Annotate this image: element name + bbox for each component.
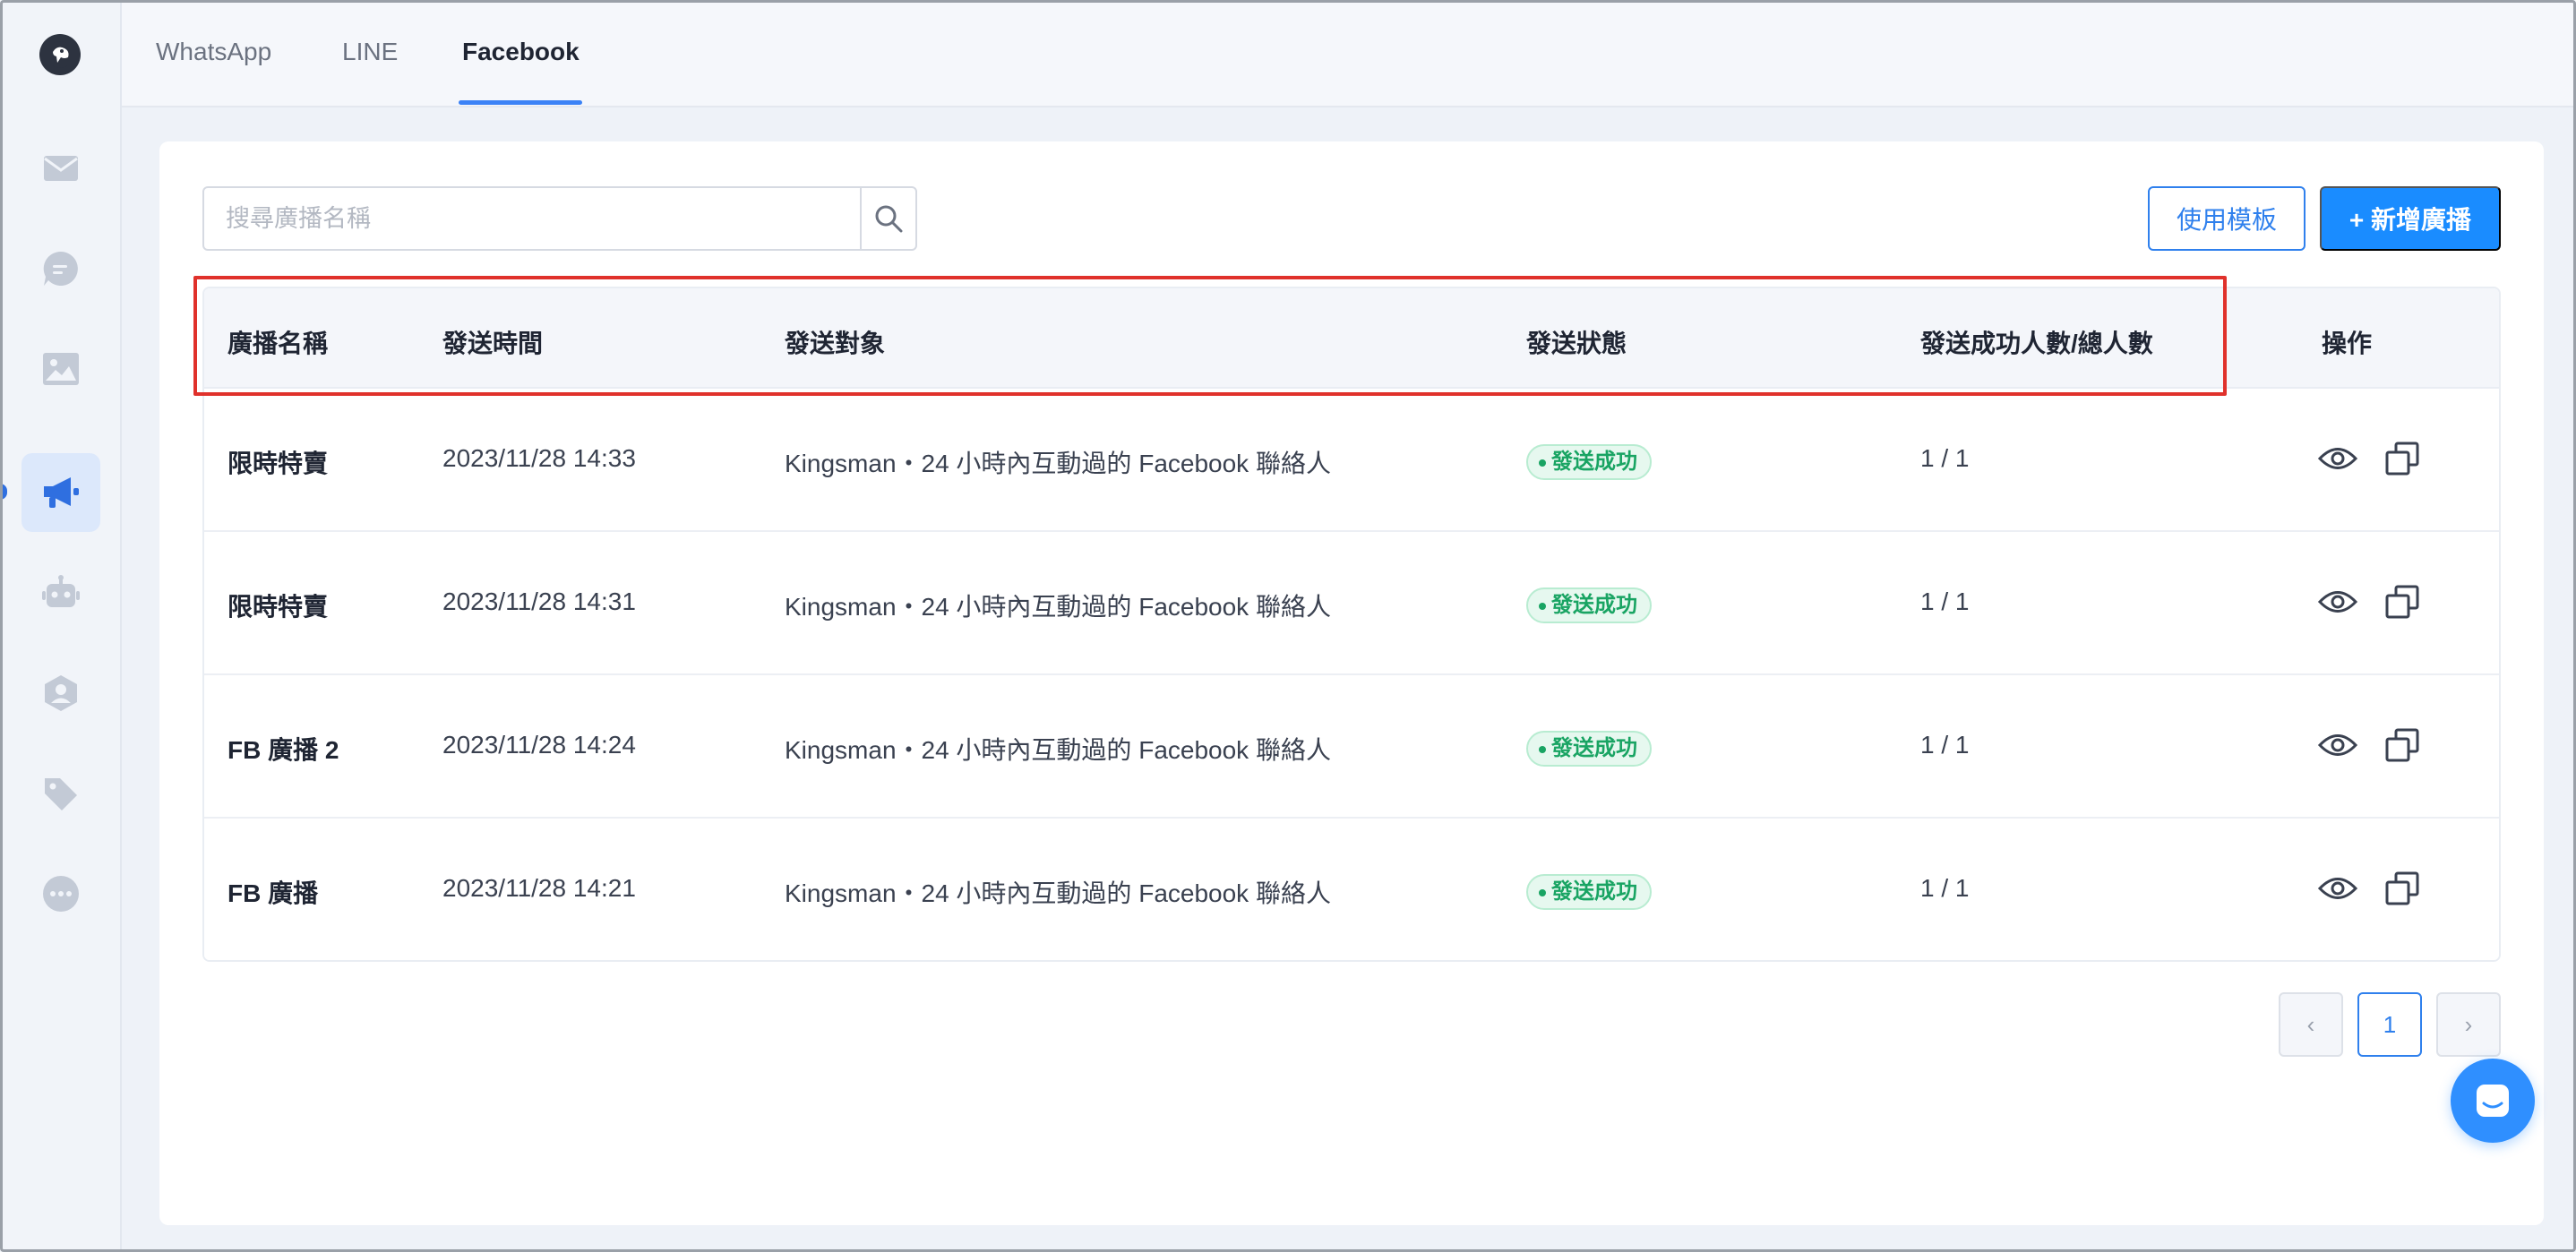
logo[interactable] (39, 34, 81, 75)
copy-icon[interactable] (2381, 724, 2424, 767)
view-icon[interactable] (2316, 580, 2359, 623)
row-time: 2023/11/28 14:21 (442, 874, 636, 902)
status-badge: 發送成功 (1526, 874, 1652, 910)
channel-tab-bar: WhatsApp LINE Facebook (122, 0, 2576, 107)
row-target: Kingsman・24 小時內互動過的 Facebook 聯絡人 (785, 593, 1331, 621)
copy-icon[interactable] (2381, 867, 2424, 910)
row-count: 1 / 1 (1920, 874, 1970, 902)
table-row: FB 廣播 2023/11/28 14:21 Kingsman・24 小時內互動… (204, 819, 2499, 960)
row-target: Kingsman・24 小時內互動過的 Facebook 聯絡人 (785, 736, 1331, 764)
use-template-button[interactable]: 使用模板 (2148, 186, 2306, 251)
search-input[interactable] (204, 188, 860, 249)
search-box (202, 186, 917, 251)
row-time: 2023/11/28 14:33 (442, 444, 636, 472)
row-target: Kingsman・24 小時內互動過的 Facebook 聯絡人 (785, 879, 1331, 907)
active-nav-marker (0, 484, 7, 500)
search-icon (875, 205, 903, 233)
row-count: 1 / 1 (1920, 444, 1970, 472)
status-badge: 發送成功 (1526, 587, 1652, 623)
mail-icon[interactable] (39, 147, 82, 190)
active-tab-indicator (459, 100, 582, 105)
tab-line[interactable]: LINE (342, 38, 398, 66)
sidebar (0, 0, 122, 1252)
bird-logo-icon (47, 41, 73, 68)
status-badge: 發送成功 (1526, 444, 1652, 480)
row-count: 1 / 1 (1920, 587, 1970, 615)
support-chat-button[interactable] (2451, 1059, 2535, 1143)
row-time: 2023/11/28 14:31 (442, 587, 636, 615)
page-number-button[interactable]: 1 (2357, 992, 2422, 1057)
copy-icon[interactable] (2381, 437, 2424, 480)
contact-icon[interactable] (39, 672, 82, 715)
header-name: 廣播名稱 (228, 330, 329, 357)
table-row: FB 廣播 2 2023/11/28 14:24 Kingsman・24 小時內… (204, 675, 2499, 819)
broadcast-table: 廣播名稱 發送時間 發送對象 發送狀態 發送成功人數/總人數 操作 限時特賣 2… (202, 287, 2501, 962)
prev-page-button[interactable]: ‹ (2279, 992, 2343, 1057)
megaphone-icon[interactable] (39, 471, 82, 514)
chat-icon[interactable] (39, 247, 82, 290)
header-time: 發送時間 (442, 330, 544, 357)
table-header: 廣播名稱 發送時間 發送對象 發送狀態 發送成功人數/總人數 操作 (204, 288, 2499, 389)
table-row: 限時特賣 2023/11/28 14:31 Kingsman・24 小時內互動過… (204, 532, 2499, 675)
tab-facebook[interactable]: Facebook (462, 38, 580, 66)
row-name: 限時特賣 (228, 593, 329, 621)
image-icon[interactable] (39, 347, 82, 390)
chat-bubble-icon (2477, 1085, 2509, 1117)
table-row: 限時特賣 2023/11/28 14:33 Kingsman・24 小時內互動過… (204, 389, 2499, 532)
tag-icon[interactable] (39, 772, 82, 815)
header-actions: 操作 (2322, 330, 2373, 357)
header-count: 發送成功人數/總人數 (1920, 330, 2153, 357)
row-target: Kingsman・24 小時內互動過的 Facebook 聯絡人 (785, 450, 1331, 477)
search-button[interactable] (860, 188, 915, 249)
tab-whatsapp[interactable]: WhatsApp (156, 38, 271, 66)
status-badge: 發送成功 (1526, 731, 1652, 767)
copy-icon[interactable] (2381, 580, 2424, 623)
row-name: 限時特賣 (228, 450, 329, 477)
next-page-button[interactable]: › (2436, 992, 2501, 1057)
header-target: 發送對象 (785, 330, 886, 357)
more-icon[interactable] (39, 872, 82, 915)
view-icon[interactable] (2316, 437, 2359, 480)
row-name: FB 廣播 (228, 879, 319, 907)
view-icon[interactable] (2316, 724, 2359, 767)
row-count: 1 / 1 (1920, 731, 1970, 759)
view-icon[interactable] (2316, 867, 2359, 910)
robot-icon[interactable] (39, 571, 82, 614)
new-broadcast-button[interactable]: + 新增廣播 (2320, 186, 2501, 251)
row-name: FB 廣播 2 (228, 736, 339, 764)
row-time: 2023/11/28 14:24 (442, 731, 636, 759)
header-status: 發送狀態 (1526, 330, 1627, 357)
